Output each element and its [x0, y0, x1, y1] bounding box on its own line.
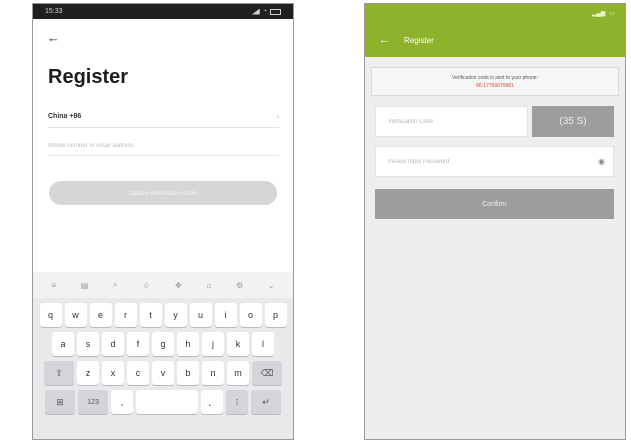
key-z[interactable]: z — [77, 361, 99, 385]
password-input[interactable] — [388, 158, 568, 165]
key-w[interactable]: w — [64, 303, 87, 327]
key-k[interactable]: k — [227, 332, 249, 356]
country-code: China +86 — [48, 113, 82, 120]
backspace-key-icon[interactable]: ⌫ — [252, 361, 282, 385]
key-y[interactable]: y — [164, 303, 187, 327]
status-time: 15:33 — [45, 8, 63, 15]
punctuation-key[interactable]: ⁝ — [226, 390, 248, 414]
numbers-key[interactable]: 123 — [78, 390, 108, 414]
keyboard-toolbar: ≡ ▤ ⌕ ☺ ✥ ⌂ ⚙ ⌄ — [33, 272, 293, 298]
page-title: Register — [48, 66, 129, 88]
header-title: Register — [404, 35, 434, 45]
key-b[interactable]: b — [177, 361, 199, 385]
key-q[interactable]: q — [39, 303, 62, 327]
key-g[interactable]: g — [152, 332, 174, 356]
clipboard-icon[interactable]: ▤ — [81, 281, 89, 290]
eye-icon[interactable]: ◉ — [598, 157, 605, 166]
signal-icon: ▂▄▆ — [591, 11, 606, 17]
enter-key-icon[interactable]: ↵ — [251, 390, 281, 414]
key-m[interactable]: m — [227, 361, 249, 385]
key-o[interactable]: o — [239, 303, 262, 327]
key-v[interactable]: v — [152, 361, 174, 385]
settings-icon[interactable]: ⚙ — [236, 281, 243, 290]
key-c[interactable]: c — [127, 361, 149, 385]
obtain-code-button[interactable]: Obtain verification code — [49, 181, 277, 205]
chevron-right-icon: › — [276, 112, 279, 121]
key-t[interactable]: t — [139, 303, 162, 327]
key-e[interactable]: e — [89, 303, 112, 327]
verification-code-input[interactable] — [375, 106, 528, 137]
password-field[interactable]: ◉ — [375, 146, 614, 177]
back-arrow-icon[interactable]: ← — [47, 30, 60, 45]
key-f[interactable]: f — [127, 332, 149, 356]
key-r[interactable]: r — [114, 303, 137, 327]
status-bar: 15:33 ◔ — [33, 4, 293, 19]
resend-countdown-button[interactable]: (35 S) — [532, 106, 614, 137]
key-n[interactable]: n — [202, 361, 224, 385]
key-l[interactable]: l — [252, 332, 274, 356]
search-icon[interactable]: ⌕ — [113, 280, 117, 290]
battery-icon — [270, 8, 281, 15]
key-d[interactable]: d — [102, 332, 124, 356]
keyboard-row-1: q w e r t y u i o p — [35, 303, 291, 327]
key-a[interactable]: a — [52, 332, 74, 356]
shift-key-icon[interactable]: ⇧ — [44, 361, 74, 385]
key-p[interactable]: p — [264, 303, 287, 327]
on-screen-keyboard: q w e r t y u i o p a s d f g h j k l ⇧ … — [33, 298, 293, 439]
register-screen-right: ▂▄▆ ▭ ← Register Verification code is se… — [364, 3, 626, 440]
collapse-keyboard-icon[interactable]: ⌄ — [268, 281, 275, 290]
keyboard-row-3: ⇧ z x c v b n m ⌫ — [35, 361, 291, 385]
key-s[interactable]: s — [77, 332, 99, 356]
battery-icon: ▭ — [609, 11, 615, 17]
signal-icon — [251, 8, 260, 15]
key-u[interactable]: u — [189, 303, 212, 327]
key-x[interactable]: x — [102, 361, 124, 385]
mobile-email-input[interactable] — [48, 136, 279, 156]
comma-key[interactable]: , — [111, 390, 133, 414]
keyboard-row-2: a s d f g h j k l — [35, 332, 291, 356]
wifi-icon: ◔ — [262, 8, 267, 15]
period-key[interactable]: ． — [201, 390, 223, 414]
menu-icon[interactable]: ≡ — [51, 281, 56, 290]
emoji-icon[interactable]: ☺ — [142, 281, 150, 290]
cursor-move-icon[interactable]: ✥ — [175, 281, 182, 290]
app-header: ← Register — [365, 23, 625, 57]
notice-text: Verification code is sent to your phone: — [452, 74, 538, 81]
country-selector[interactable]: China +86 › — [48, 106, 279, 128]
status-bar: ▂▄▆ ▭ — [365, 4, 625, 23]
confirm-button[interactable]: Confirm — [375, 189, 614, 219]
key-i[interactable]: i — [214, 303, 237, 327]
back-arrow-icon[interactable]: ← — [379, 34, 390, 46]
notice-phone-number: 86-17799679981 — [476, 82, 514, 89]
theme-icon[interactable]: ⌂ — [206, 281, 211, 290]
key-h[interactable]: h — [177, 332, 199, 356]
key-j[interactable]: j — [202, 332, 224, 356]
register-screen-left: 15:33 ◔ ← Register China +86 › Obtain ve… — [32, 3, 294, 440]
symbols-key-icon[interactable]: ⊞ — [45, 390, 75, 414]
keyboard-row-4: ⊞ 123 , ． ⁝ ↵ — [35, 390, 291, 414]
verification-notice: Verification code is sent to your phone:… — [371, 67, 619, 96]
status-icons: ◔ — [251, 8, 281, 15]
space-key[interactable] — [136, 390, 198, 414]
